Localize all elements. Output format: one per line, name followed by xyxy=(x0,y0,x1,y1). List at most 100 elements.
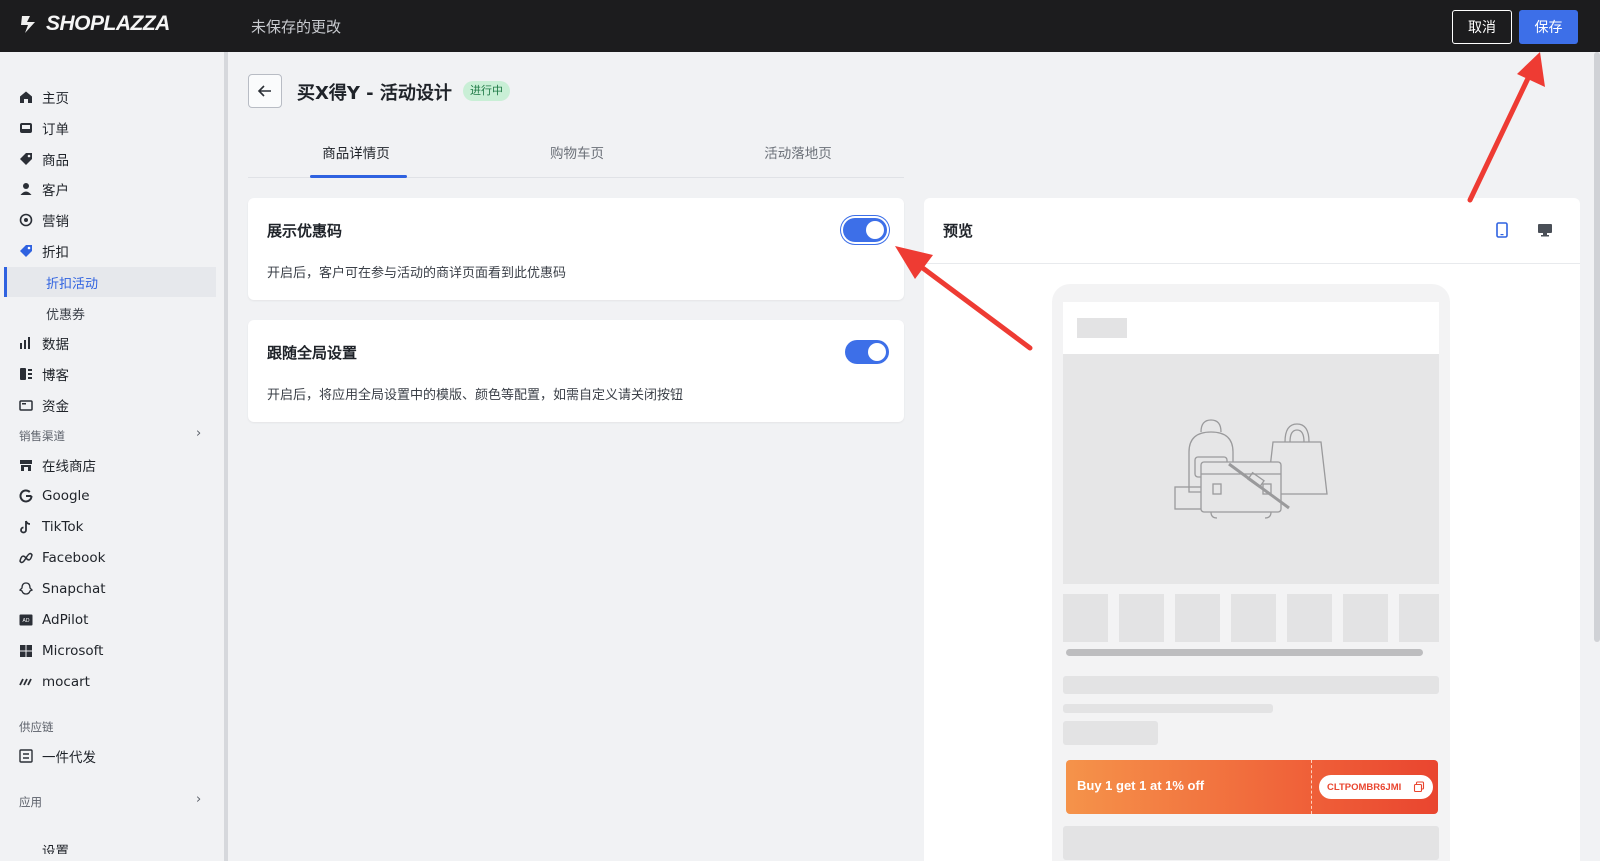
sidebar-item-microsoft[interactable]: Microsoft xyxy=(0,636,224,666)
microsoft-icon xyxy=(18,643,34,659)
sidebar-item-label: 数据 xyxy=(42,337,69,353)
thumbnail[interactable] xyxy=(1343,594,1388,642)
sidebar-item-marketing[interactable]: 营销 xyxy=(0,205,224,235)
sidebar-item-label: 客户 xyxy=(42,183,69,199)
cancel-button[interactable]: 取消 xyxy=(1452,10,1512,44)
supply-chain-label: 供应链 xyxy=(19,720,54,734)
page-scrollbar[interactable] xyxy=(1594,52,1600,642)
sidebar-item-tiktok[interactable]: TikTok xyxy=(0,512,224,542)
sidebar-item-blog[interactable]: 博客 xyxy=(0,359,224,389)
show-coupon-code-toggle[interactable] xyxy=(843,218,887,242)
sidebar-subitem-label: 折扣活动 xyxy=(46,276,99,292)
skeleton-title xyxy=(1063,676,1439,694)
snapchat-icon xyxy=(18,581,34,597)
sidebar-item-orders[interactable]: 订单 xyxy=(0,113,224,143)
page-title: 买X得Y - 活动设计 xyxy=(297,83,452,104)
card-title: 展示优惠码 xyxy=(267,222,343,240)
thumbnail[interactable] xyxy=(1119,594,1164,642)
sidebar-item-label: 博客 xyxy=(42,368,69,384)
tab-cart[interactable]: 购物车页 xyxy=(527,142,627,176)
back-button[interactable] xyxy=(248,74,282,108)
thumbnail[interactable] xyxy=(1287,594,1332,642)
chevron-right-icon[interactable]: › xyxy=(196,426,201,441)
sidebar-item-settings[interactable]: 设置 xyxy=(0,832,224,854)
thumbnail[interactable] xyxy=(1399,594,1439,642)
status-badge: 进行中 xyxy=(463,81,510,101)
brand-logo[interactable]: SHOPLAZZA xyxy=(18,12,170,36)
coupon-banner: Buy 1 get 1 at 1% off CLTPOMBR6JMI xyxy=(1066,760,1438,814)
blog-icon xyxy=(18,366,34,382)
thumbnail[interactable] xyxy=(1175,594,1220,642)
thumbnail[interactable] xyxy=(1231,594,1276,642)
sidebar-item-snapchat[interactable]: Snapchat xyxy=(0,574,224,604)
sidebar-subitem-coupons[interactable]: 优惠券 xyxy=(4,298,216,328)
sidebar-item-google[interactable]: Google xyxy=(0,481,224,511)
card-description: 开启后，将应用全局设置中的模版、颜色等配置，如需自定义请关闭按钮 xyxy=(267,388,684,403)
sidebar-item-label: 营销 xyxy=(42,214,69,230)
preview-header: 预览 xyxy=(924,198,1580,264)
thumbnail[interactable] xyxy=(1063,594,1108,642)
sidebar-item-label: 订单 xyxy=(42,122,69,138)
skeleton-subtitle xyxy=(1063,704,1273,713)
sidebar-item-label: 折扣 xyxy=(42,245,69,261)
sidebar-item-label: 在线商店 xyxy=(42,459,96,475)
toggle-knob xyxy=(868,343,886,361)
sidebar-item-finance[interactable]: 资金 xyxy=(0,390,224,420)
follow-global-settings-toggle[interactable] xyxy=(845,340,889,364)
sidebar-item-home[interactable]: 主页 xyxy=(0,82,224,112)
tab-product-detail[interactable]: 商品详情页 xyxy=(306,142,406,176)
meta-icon xyxy=(18,550,34,566)
tab-landing-page[interactable]: 活动落地页 xyxy=(748,142,848,176)
store-logo-placeholder xyxy=(1077,318,1127,338)
sidebar-subitem-label: 优惠券 xyxy=(46,307,86,323)
sidebar-item-facebook[interactable]: Facebook xyxy=(0,543,224,573)
bar-chart-icon xyxy=(18,335,34,351)
preview-panel: 预览 Buy 1 get 1 at 1% off CLTPOMBR6JMI xyxy=(924,198,1580,861)
tag-icon xyxy=(18,151,34,167)
coupon-code-chip[interactable]: CLTPOMBR6JMI xyxy=(1319,775,1433,799)
sidebar-item-label: 商品 xyxy=(42,153,69,169)
sidebar-item-online-store[interactable]: 在线商店 xyxy=(0,450,224,480)
sidebar-scrollbar[interactable] xyxy=(224,52,228,861)
sidebar-subitem-discount-activities[interactable]: 折扣活动 xyxy=(4,267,216,297)
sidebar-item-label: Google xyxy=(42,488,90,504)
coupon-offer-text: Buy 1 get 1 at 1% off xyxy=(1077,778,1205,793)
save-button[interactable]: 保存 xyxy=(1519,10,1578,44)
arrow-left-icon xyxy=(257,85,271,97)
card-title: 跟随全局设置 xyxy=(267,344,358,362)
annotation-arrow-to-save xyxy=(1467,52,1545,203)
tiktok-icon xyxy=(18,519,34,535)
mobile-preview-frame: Buy 1 get 1 at 1% off CLTPOMBR6JMI xyxy=(1052,284,1450,861)
chevron-right-icon[interactable]: › xyxy=(196,792,201,807)
sidebar-item-customers[interactable]: 客户 xyxy=(0,174,224,204)
sidebar-item-label: Microsoft xyxy=(42,643,104,659)
mocart-icon xyxy=(18,674,34,690)
sidebar-item-adpilot[interactable]: AD AdPilot xyxy=(0,605,224,635)
apps-label: 应用 xyxy=(19,795,42,809)
sidebar-item-products[interactable]: 商品 xyxy=(0,144,224,174)
discount-tag-icon xyxy=(18,243,34,259)
sidebar: 主页 订单 商品 客户 营销 折扣 折扣活动 优惠券 数据 博客 资金 销售渠道… xyxy=(0,52,224,861)
tab-bar: 商品详情页 购物车页 活动落地页 xyxy=(248,132,904,178)
top-bar: SHOPLAZZA 未保存的更改 取消 保存 xyxy=(0,0,1600,52)
dropship-icon xyxy=(18,748,34,764)
sidebar-item-label: Facebook xyxy=(42,550,106,566)
home-icon xyxy=(18,89,34,105)
google-icon xyxy=(18,488,34,504)
sidebar-item-dropshipping[interactable]: 一件代发 xyxy=(0,741,224,771)
thumbnail-scrollbar[interactable] xyxy=(1066,649,1423,656)
sidebar-item-analytics[interactable]: 数据 xyxy=(0,328,224,358)
mobile-view-icon[interactable] xyxy=(1492,220,1512,240)
sidebar-item-discounts[interactable]: 折扣 xyxy=(0,236,224,266)
unsaved-changes-text: 未保存的更改 xyxy=(251,18,342,36)
coupon-divider xyxy=(1311,760,1312,814)
preview-title: 预览 xyxy=(943,222,974,240)
toggle-knob xyxy=(866,221,884,239)
sidebar-item-label: 资金 xyxy=(42,399,69,415)
sidebar-item-label: Snapchat xyxy=(42,581,106,597)
sidebar-item-mocart[interactable]: mocart xyxy=(0,667,224,697)
sidebar-item-label: 主页 xyxy=(42,91,69,107)
product-image-placeholder xyxy=(1063,354,1439,584)
desktop-view-icon[interactable] xyxy=(1535,220,1555,240)
coupon-code: CLTPOMBR6JMI xyxy=(1327,781,1402,793)
